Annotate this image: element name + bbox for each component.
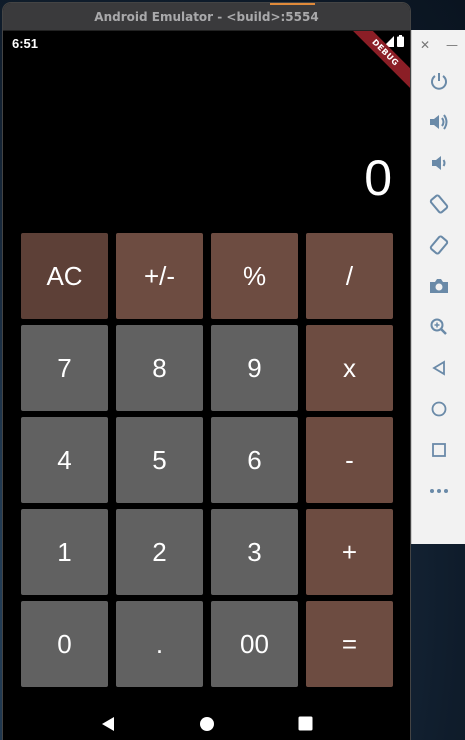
key-8[interactable]: 8 <box>116 325 203 411</box>
key-7[interactable]: 7 <box>21 325 108 411</box>
key-percent[interactable]: % <box>211 233 298 319</box>
key-5[interactable]: 5 <box>116 417 203 503</box>
zoom-button[interactable] <box>412 306 465 347</box>
key-1[interactable]: 1 <box>21 509 108 595</box>
emulator-window: Android Emulator - <build>:5554 6:51 DEB… <box>3 3 410 740</box>
key-6[interactable]: 6 <box>211 417 298 503</box>
close-icon[interactable]: ✕ <box>420 38 430 52</box>
camera-icon <box>430 278 448 293</box>
emulator-side-toolbar: ✕ — <box>411 30 465 544</box>
device-screen: 6:51 DEBUG 0 AC +/-%/ 7 8 9 x 4 5 6- 1 2 3 +0. 00 = <box>3 31 410 740</box>
volume-down-icon <box>432 155 446 170</box>
key-3[interactable]: 3 <box>211 509 298 595</box>
android-nav-bar <box>3 707 410 740</box>
screenshot-button[interactable] <box>412 265 465 306</box>
volume-down-button[interactable] <box>412 142 465 183</box>
side-home-button[interactable] <box>412 388 465 429</box>
window-title: Android Emulator - <build>:5554 <box>94 9 319 24</box>
key-add[interactable]: + <box>306 509 393 595</box>
back-icon <box>101 716 114 731</box>
side-window-controls: ✕ — <box>412 30 465 60</box>
rotate-left-button[interactable] <box>412 183 465 224</box>
recents-icon <box>298 716 313 731</box>
rotate-right-button[interactable] <box>412 224 465 265</box>
key-double-zero[interactable]: 00 <box>211 601 298 687</box>
key-divide[interactable]: / <box>306 233 393 319</box>
side-back-button[interactable] <box>412 347 465 388</box>
key-subtract[interactable]: - <box>306 417 393 503</box>
calculator-keypad: AC +/-%/ 7 8 9 x 4 5 6- 1 2 3 +0. 00 = <box>21 233 393 687</box>
rotate-left-icon <box>429 193 449 214</box>
nav-recents-button[interactable] <box>297 715 315 733</box>
battery-icon <box>397 35 404 47</box>
calculator-display: 0 <box>364 150 392 206</box>
key-multiply[interactable]: x <box>306 325 393 411</box>
more-button[interactable] <box>412 470 465 511</box>
zoom-icon <box>430 318 447 335</box>
home-icon <box>431 401 447 416</box>
key-0[interactable]: 0 <box>21 601 108 687</box>
nav-back-button[interactable] <box>99 715 117 733</box>
key-negate[interactable]: +/- <box>116 233 203 319</box>
titlebar-accent <box>270 3 315 5</box>
nav-home-button[interactable] <box>198 715 216 733</box>
back-icon <box>432 359 445 376</box>
key-9[interactable]: 9 <box>211 325 298 411</box>
power-button[interactable] <box>412 60 465 101</box>
more-icon <box>430 488 448 493</box>
volume-up-icon <box>430 113 448 130</box>
window-titlebar[interactable]: Android Emulator - <build>:5554 <box>3 3 410 31</box>
key-clear[interactable]: AC <box>21 233 108 319</box>
status-time: 6:51 <box>12 36 39 51</box>
power-icon <box>431 72 447 90</box>
rotate-right-icon <box>429 234 449 255</box>
side-overview-button[interactable] <box>412 429 465 470</box>
key-4[interactable]: 4 <box>21 417 108 503</box>
key-2[interactable]: 2 <box>116 509 203 595</box>
minimize-icon[interactable]: — <box>446 38 458 52</box>
key-equals[interactable]: = <box>306 601 393 687</box>
status-bar: 6:51 DEBUG <box>3 31 410 90</box>
key-decimal[interactable]: . <box>116 601 203 687</box>
overview-icon <box>432 442 446 457</box>
volume-up-button[interactable] <box>412 101 465 142</box>
home-icon <box>199 716 214 731</box>
